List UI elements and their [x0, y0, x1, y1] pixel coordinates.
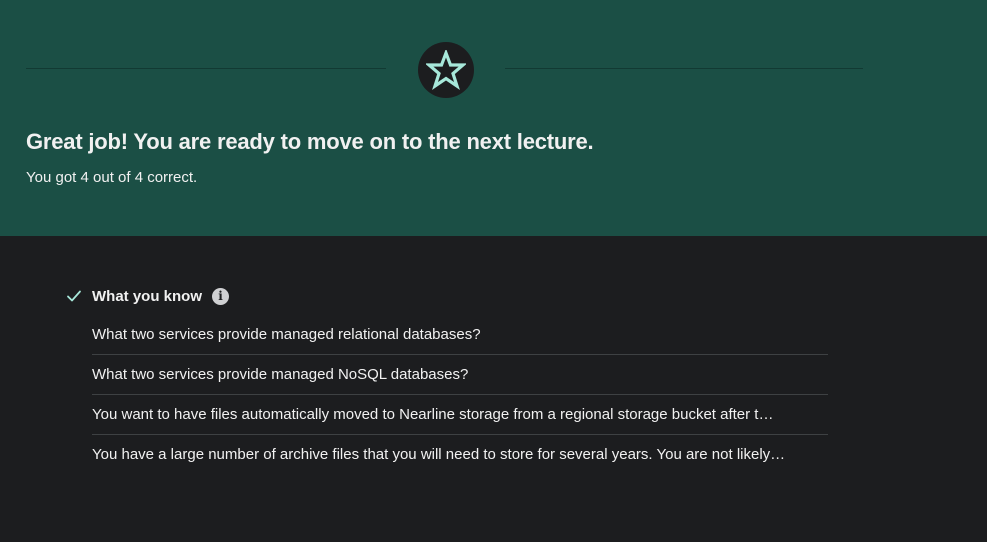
info-icon[interactable]: i	[212, 287, 229, 305]
result-banner: Great job! You are ready to move on to t…	[0, 0, 987, 236]
question-item[interactable]: What two services provide managed NoSQL …	[92, 355, 828, 395]
result-headline: Great job! You are ready to move on to t…	[26, 129, 594, 154]
question-list: What two services provide managed relati…	[92, 315, 828, 474]
what-you-know-header: What you know i	[64, 284, 828, 308]
divider-left	[26, 68, 386, 69]
star-badge	[418, 42, 474, 98]
what-you-know-title: What you know	[92, 287, 202, 305]
question-item[interactable]: You want to have files automatically mov…	[92, 395, 828, 435]
check-icon	[66, 288, 82, 304]
question-item[interactable]: What two services provide managed relati…	[92, 315, 828, 355]
question-item[interactable]: You have a large number of archive files…	[92, 435, 828, 474]
what-you-know-section: What you know i What two services provid…	[64, 284, 828, 474]
score-text: You got 4 out of 4 correct.	[26, 169, 198, 186]
star-icon	[426, 50, 466, 90]
divider-right	[505, 68, 863, 69]
